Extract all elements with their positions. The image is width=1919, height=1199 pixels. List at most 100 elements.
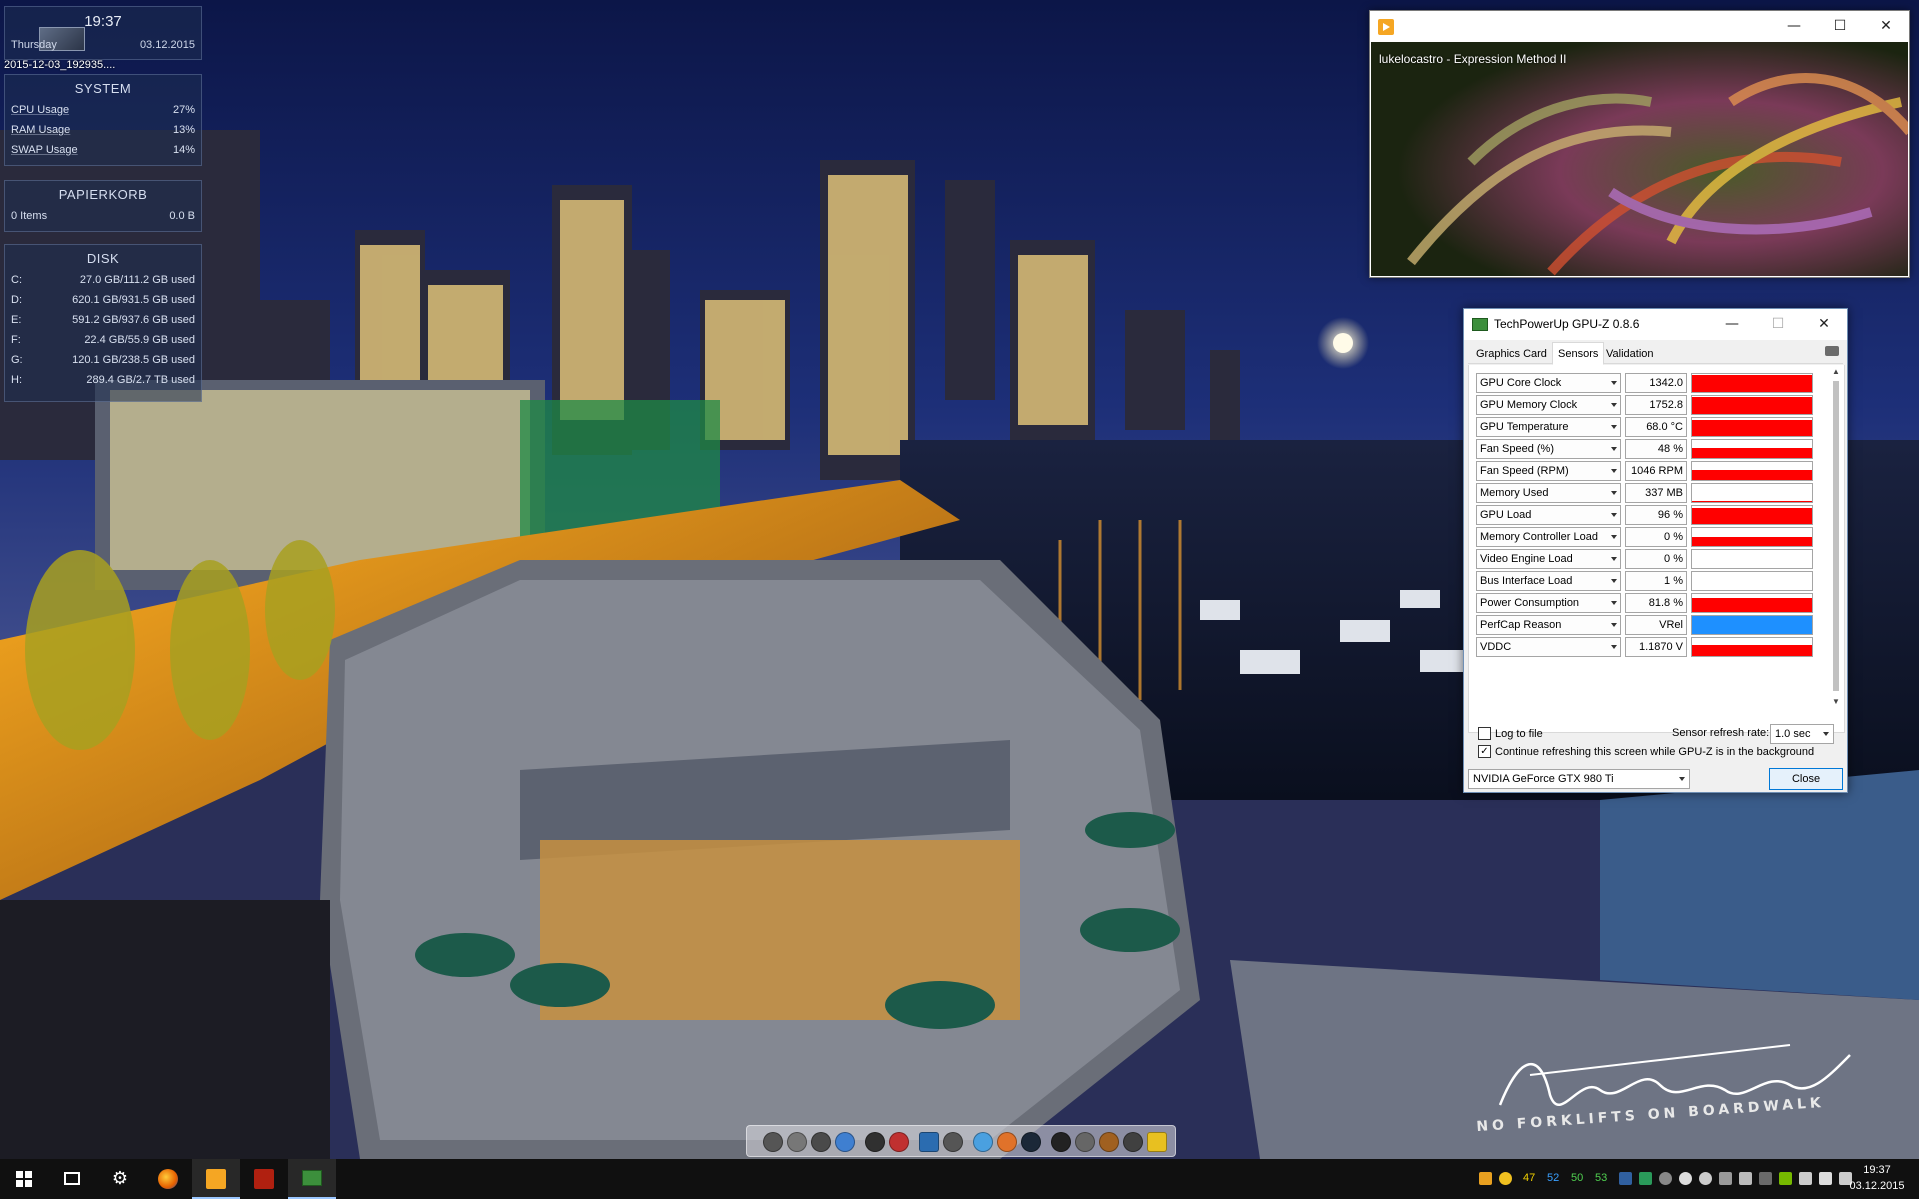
tray-app-icon[interactable] (1659, 1172, 1672, 1185)
minimize-button[interactable]: — (1709, 309, 1755, 340)
dock-app-icon[interactable] (1051, 1132, 1071, 1152)
sensor-name-select[interactable]: Power Consumption (1476, 593, 1621, 613)
nvidia-icon[interactable] (1779, 1172, 1792, 1185)
sensor-name: GPU Load (1480, 509, 1532, 521)
disk-row-h[interactable]: H: 289.4 GB/2.7 TB used (5, 370, 201, 390)
dock-app-icon[interactable] (865, 1132, 885, 1152)
tray-temp-1[interactable]: 47 (1523, 1172, 1535, 1184)
tray-app-icon[interactable] (1679, 1172, 1692, 1185)
gpuz-app-button[interactable] (288, 1159, 336, 1199)
swap-usage-row[interactable]: SWAP Usage 14% (5, 140, 201, 160)
scroll-thumb[interactable] (1833, 381, 1839, 691)
tray-temp-3[interactable]: 50 (1571, 1172, 1583, 1184)
sensor-graph (1691, 395, 1813, 415)
dock-app-icon[interactable] (943, 1132, 963, 1152)
sensor-graph (1691, 505, 1813, 525)
scroll-down-arrow-icon[interactable]: ▼ (1831, 697, 1841, 707)
volume-icon[interactable] (1819, 1172, 1832, 1185)
dock-app-icon[interactable] (1123, 1132, 1143, 1152)
sensor-name-select[interactable]: GPU Memory Clock (1476, 395, 1621, 415)
tray-app-icon[interactable] (1699, 1172, 1712, 1185)
close-dialog-button[interactable]: Close (1769, 768, 1843, 790)
sensor-name: VDDC (1480, 641, 1512, 653)
task-view-icon (64, 1172, 80, 1185)
sensor-name-select[interactable]: GPU Load (1476, 505, 1621, 525)
tray-app-icon[interactable] (1739, 1172, 1752, 1185)
tray-app-icon[interactable] (1719, 1172, 1732, 1185)
row-value: 27% (172, 104, 195, 116)
disk-row-f[interactable]: F: 22.4 GB/55.9 GB used (5, 330, 201, 350)
close-button[interactable]: ✕ (1801, 309, 1847, 340)
minimize-button[interactable]: — (1771, 11, 1817, 42)
tray-clock-date[interactable]: 03.12.2015 (1849, 1180, 1905, 1192)
dock-app-icon[interactable] (1075, 1132, 1095, 1152)
continue-refreshing-checkbox[interactable]: ✓ (1478, 745, 1491, 758)
scrollbar[interactable]: ▲ ▼ (1830, 367, 1842, 707)
sensor-name-select[interactable]: Fan Speed (RPM) (1476, 461, 1621, 481)
gpuz-window[interactable]: TechPowerUp GPU-Z 0.8.6 — ☐ ✕ Graphics C… (1463, 308, 1848, 793)
dock-app-icon[interactable] (1099, 1132, 1119, 1152)
disk-row-c[interactable]: C: 27.0 GB/111.2 GB used (5, 270, 201, 290)
tray-app-icon[interactable] (1639, 1172, 1652, 1185)
maximize-button[interactable]: ☐ (1817, 11, 1863, 42)
camera-icon[interactable] (1825, 346, 1839, 356)
settings-app-button[interactable]: ⚙ (96, 1159, 144, 1199)
dock-app-icon[interactable] (763, 1132, 783, 1152)
video-area[interactable]: lukelocastro - Expression Method II (1371, 42, 1908, 276)
media-player-app-button[interactable] (192, 1159, 240, 1199)
dock-app-icon[interactable] (919, 1132, 939, 1152)
refresh-rate-select[interactable]: 1.0 sec (1770, 724, 1834, 744)
tray-app-icon[interactable] (1759, 1172, 1772, 1185)
sensor-name-select[interactable]: Video Engine Load (1476, 549, 1621, 569)
recycle-bin-widget[interactable]: PAPIERKORB 0 Items 0.0 B (4, 180, 202, 232)
tray-clock-time[interactable]: 19:37 (1849, 1164, 1905, 1176)
network-icon[interactable] (1799, 1172, 1812, 1185)
steam-icon[interactable] (1021, 1132, 1041, 1152)
disk-value: 620.1 GB/931.5 GB used (72, 294, 195, 306)
disk-value: 27.0 GB/111.2 GB used (79, 274, 195, 286)
dock-app-icon[interactable] (835, 1132, 855, 1152)
dock-app-icon[interactable] (1147, 1132, 1167, 1152)
disk-row-e[interactable]: E: 591.2 GB/937.6 GB used (5, 310, 201, 330)
tab-sensors[interactable]: Sensors (1552, 342, 1605, 365)
log-to-file-checkbox[interactable] (1478, 727, 1491, 740)
tray-app-icon[interactable] (1619, 1172, 1632, 1185)
sensor-graph-fill (1692, 616, 1812, 634)
dock-app-icon[interactable] (811, 1132, 831, 1152)
ram-usage-row[interactable]: RAM Usage 13% (5, 120, 201, 140)
dock-app-icon[interactable] (997, 1132, 1017, 1152)
media-titlebar[interactable]: — ☐ ✕ (1370, 11, 1909, 42)
sensor-name-select[interactable]: Memory Used (1476, 483, 1621, 503)
sensor-name-select[interactable]: GPU Core Clock (1476, 373, 1621, 393)
task-view-button[interactable] (48, 1159, 96, 1199)
tab-validation[interactable]: Validation (1600, 344, 1660, 364)
close-button[interactable]: ✕ (1863, 11, 1909, 42)
tray-temp-2[interactable]: 52 (1547, 1172, 1559, 1184)
scroll-up-arrow-icon[interactable]: ▲ (1831, 367, 1841, 377)
tray-app-icon[interactable] (1479, 1172, 1492, 1185)
desktop-file-label[interactable]: 2015-12-03_192935.... (4, 59, 115, 71)
start-button[interactable] (0, 1159, 48, 1199)
sensor-row: Memory Used 337 MB (1476, 483, 1832, 503)
app-button[interactable] (240, 1159, 288, 1199)
sensor-name-select[interactable]: Fan Speed (%) (1476, 439, 1621, 459)
sensor-name-select[interactable]: Memory Controller Load (1476, 527, 1621, 547)
dock-app-icon[interactable] (889, 1132, 909, 1152)
sensor-name-select[interactable]: PerfCap Reason (1476, 615, 1621, 635)
sensor-name-select[interactable]: VDDC (1476, 637, 1621, 657)
tray-temp-4[interactable]: 53 (1595, 1172, 1607, 1184)
disk-row-d[interactable]: D: 620.1 GB/931.5 GB used (5, 290, 201, 310)
disk-row-g[interactable]: G: 120.1 GB/238.5 GB used (5, 350, 201, 370)
tab-graphics-card[interactable]: Graphics Card (1470, 344, 1553, 364)
sensor-name-select[interactable]: GPU Temperature (1476, 417, 1621, 437)
tray-app-icon[interactable] (1499, 1172, 1512, 1185)
maximize-button[interactable]: ☐ (1755, 309, 1801, 340)
sensor-name-select[interactable]: Bus Interface Load (1476, 571, 1621, 591)
dock-app-icon[interactable] (787, 1132, 807, 1152)
firefox-app-button[interactable] (144, 1159, 192, 1199)
dock-app-icon[interactable] (973, 1132, 993, 1152)
cpu-usage-row[interactable]: CPU Usage 27% (5, 100, 201, 120)
gpuz-titlebar[interactable]: TechPowerUp GPU-Z 0.8.6 — ☐ ✕ (1464, 309, 1847, 340)
media-player-window[interactable]: — ☐ ✕ lukelocastro - Expression Method I… (1369, 10, 1910, 278)
gpu-select[interactable]: NVIDIA GeForce GTX 980 Ti (1468, 769, 1690, 789)
